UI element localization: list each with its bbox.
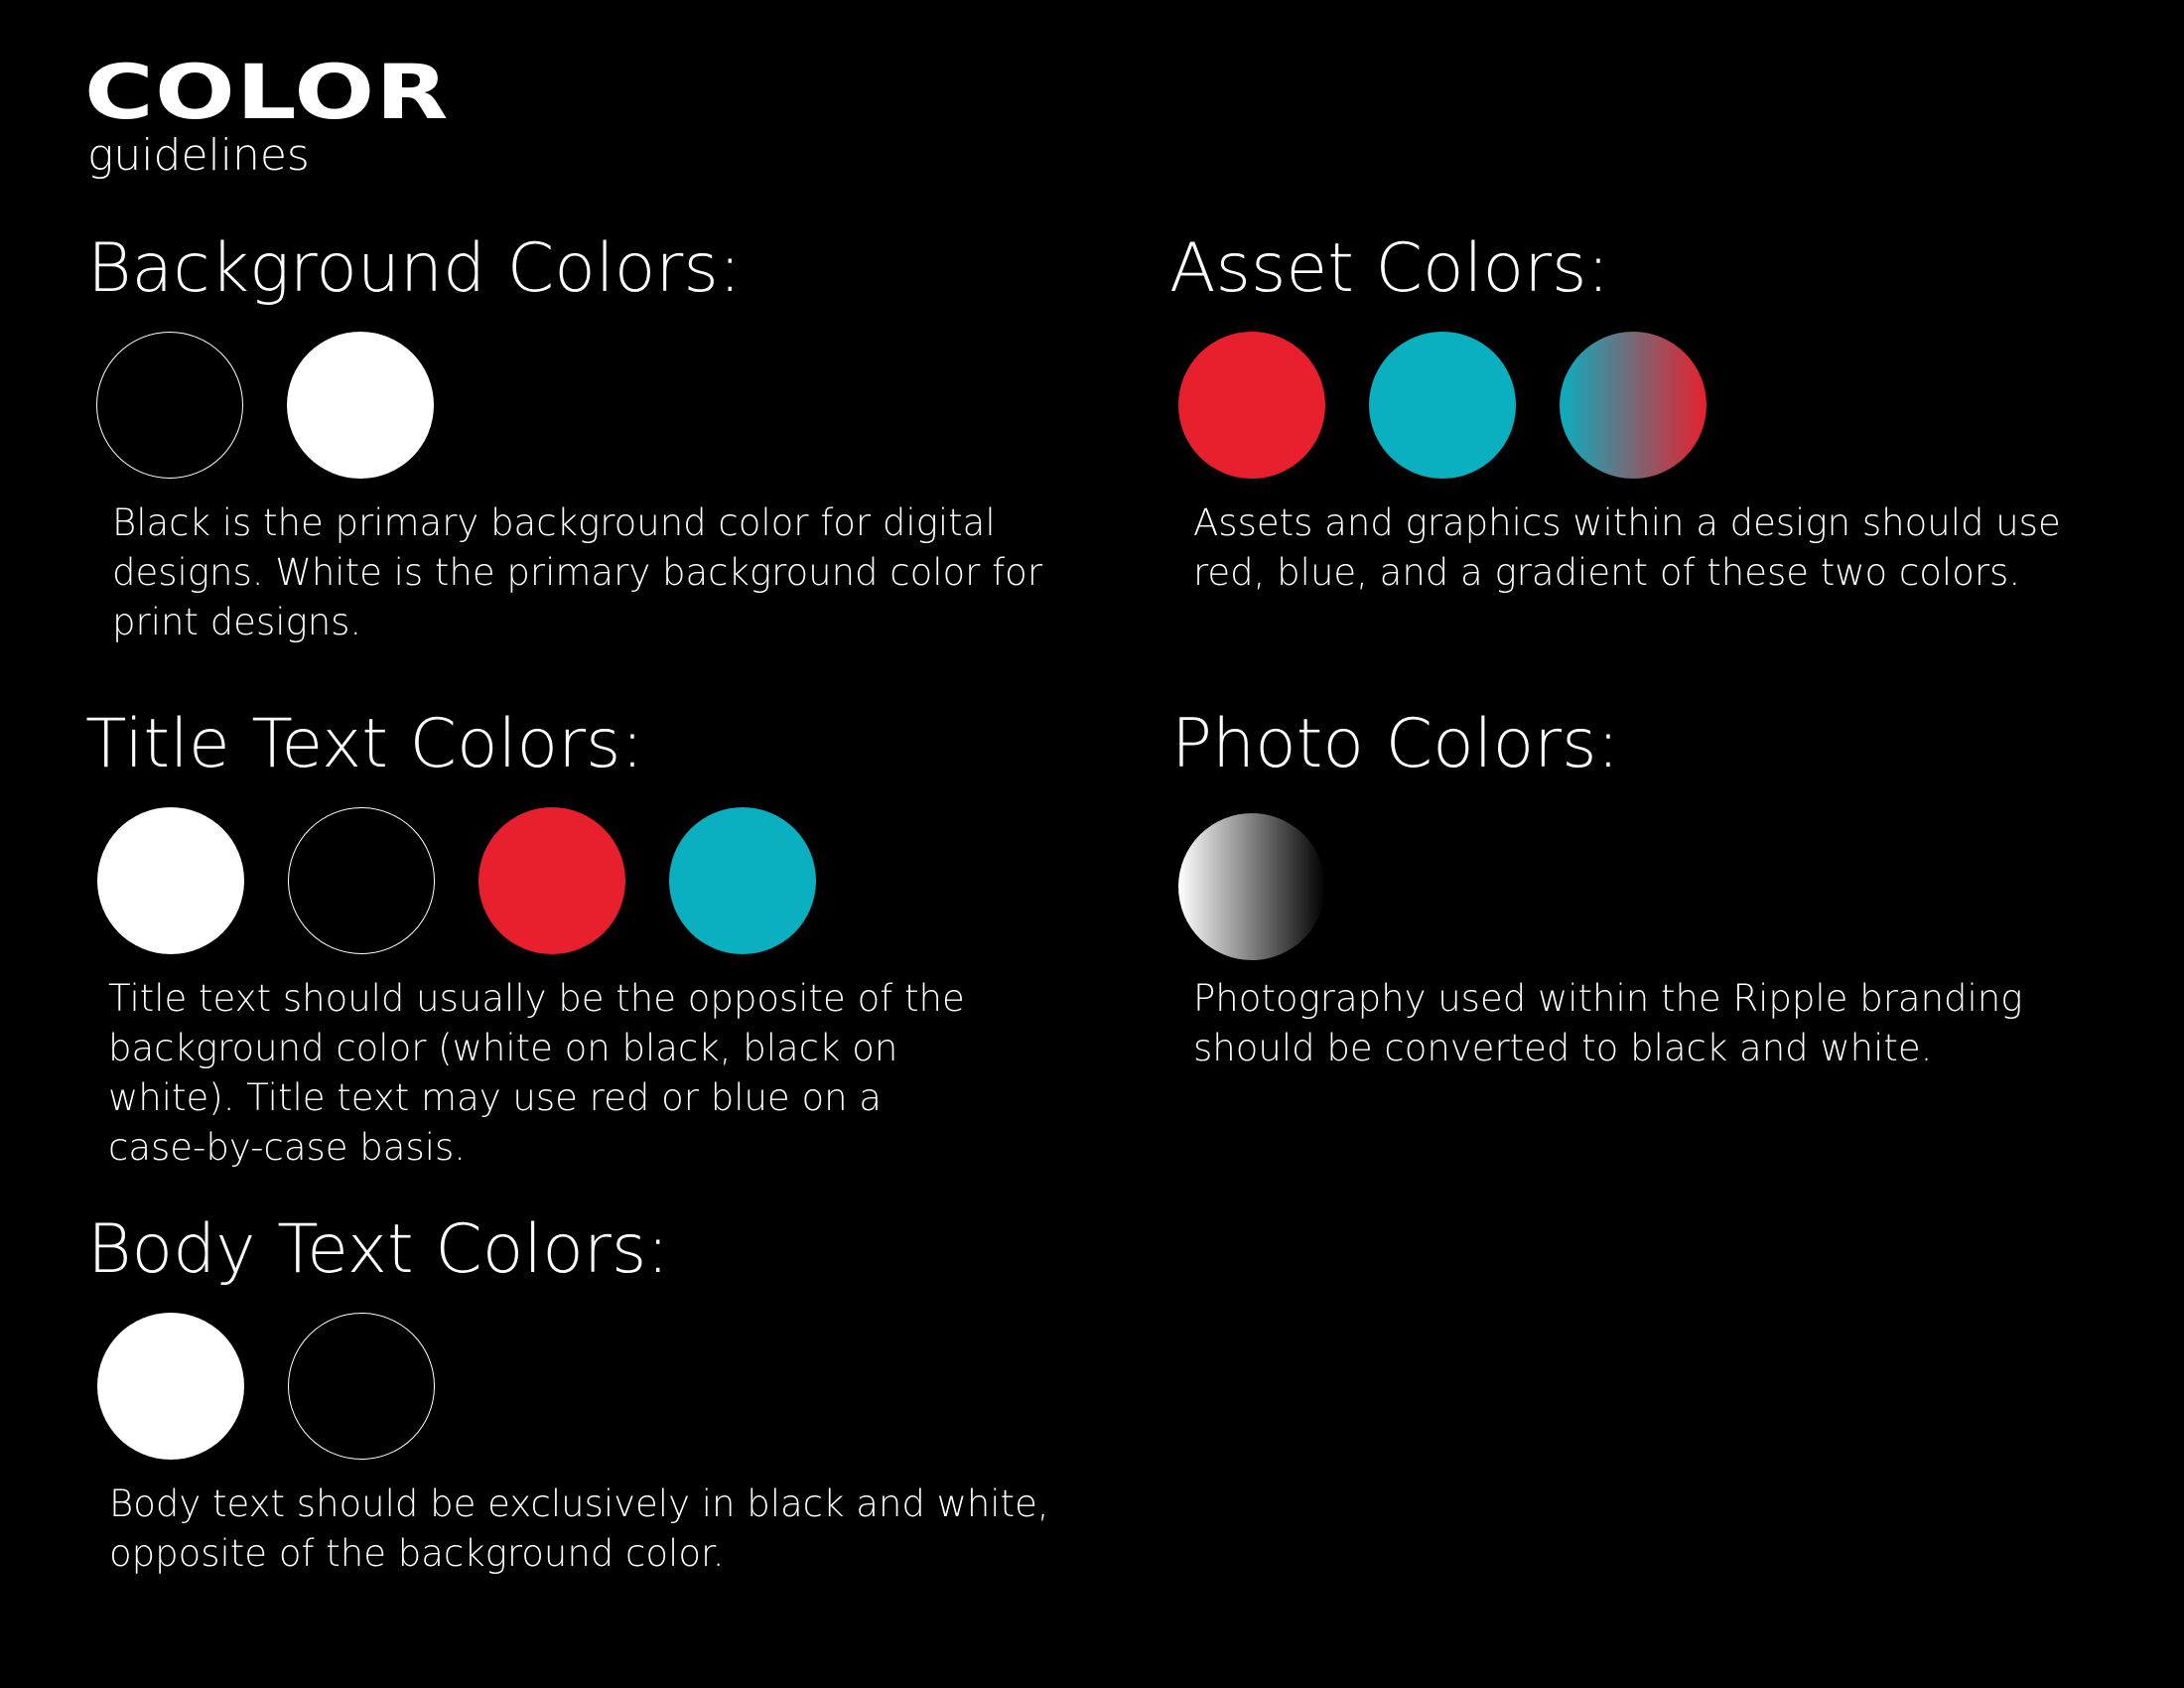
section-heading: Asset Colors: <box>1169 229 1610 308</box>
section-title-text-colors: Title Text Colors: Title text should usu… <box>85 704 1058 1173</box>
swatch-blue <box>1369 332 1516 479</box>
section-heading: Title Text Colors: <box>85 705 644 783</box>
page-header: COLOR guidelines <box>84 55 449 181</box>
swatch-blue <box>669 807 816 954</box>
swatch-row <box>97 1313 1060 1460</box>
swatch-black <box>288 1313 435 1460</box>
swatch-red <box>478 807 625 954</box>
page-title: COLOR <box>84 48 450 136</box>
section-body-text-colors: Body Text Colors: Body text should be ex… <box>87 1209 1060 1579</box>
swatch-white <box>97 807 244 954</box>
swatch-row <box>96 332 1060 479</box>
swatch-grayscale-gradient <box>1178 813 1325 960</box>
swatch-black <box>288 807 435 954</box>
swatch-row <box>1178 813 2065 960</box>
swatch-red-blue-gradient <box>1560 332 1706 479</box>
section-asset-colors: Asset Colors: Assets and graphics within… <box>1169 228 2063 598</box>
swatch-white <box>97 1313 244 1460</box>
section-description: Body text should be exclusively in black… <box>109 1482 1049 1575</box>
section-description: Photography used within the Ripple brand… <box>1193 977 2023 1069</box>
swatch-red <box>1178 332 1325 479</box>
swatch-white <box>287 332 434 479</box>
section-description: Title text should usually be the opposit… <box>108 977 965 1169</box>
page-subtitle: guidelines <box>87 130 310 181</box>
section-description: Black is the primary background color fo… <box>112 501 1043 643</box>
color-guidelines-page: { "header": { "title": "COLOR", "subtitl… <box>0 0 2184 1688</box>
section-background-colors: Background Colors: Black is the primary … <box>87 228 1060 647</box>
section-heading: Body Text Colors: <box>87 1210 670 1289</box>
swatch-row <box>97 807 1058 954</box>
swatch-black <box>96 332 243 479</box>
section-photo-colors: Photo Colors: Photography used within th… <box>1171 704 2065 1073</box>
section-heading: Background Colors: <box>87 229 742 308</box>
swatch-row <box>1178 332 2063 479</box>
section-heading: Photo Colors: <box>1171 705 1620 783</box>
section-description: Assets and graphics within a design shou… <box>1193 501 2061 594</box>
